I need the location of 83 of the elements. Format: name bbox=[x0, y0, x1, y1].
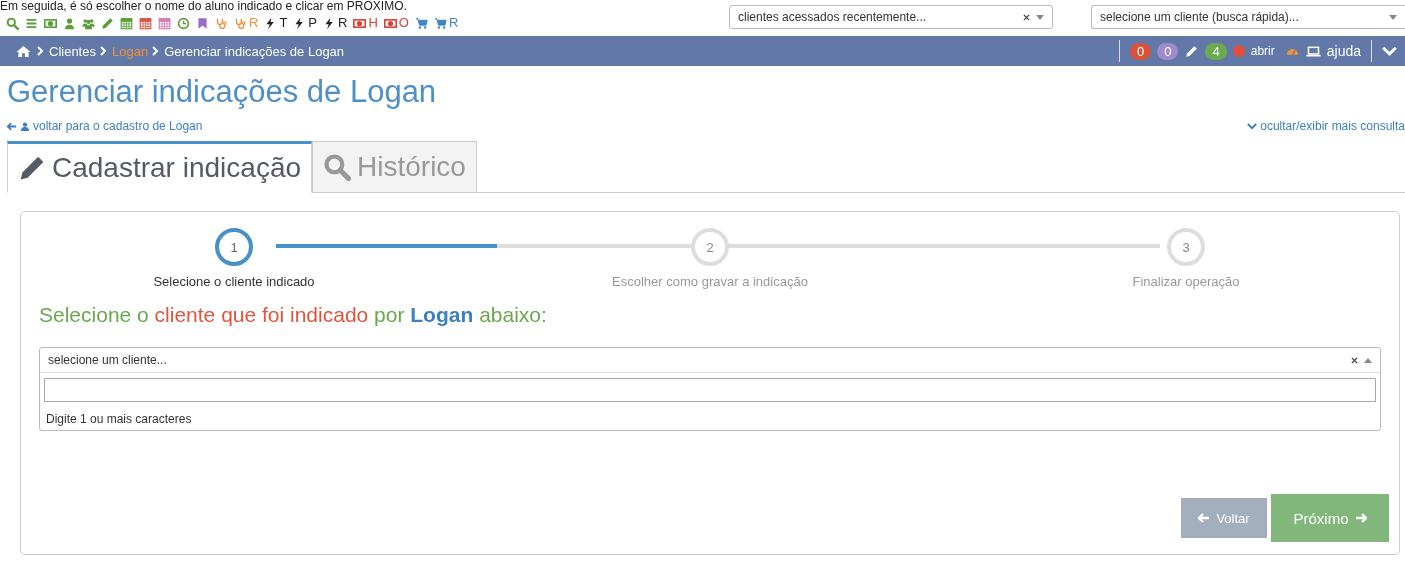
search-icon bbox=[323, 153, 352, 181]
toolbar-button[interactable] bbox=[139, 16, 152, 30]
calendar-icon bbox=[120, 16, 133, 30]
toolbar-button[interactable] bbox=[177, 16, 190, 30]
calendar-icon bbox=[139, 16, 152, 30]
toolbar-button[interactable] bbox=[6, 16, 19, 30]
arrow-left-icon bbox=[7, 121, 17, 131]
quick-search-select[interactable]: selecione um cliente (busca rápida)... bbox=[1091, 5, 1405, 29]
clear-icon[interactable] bbox=[1351, 356, 1358, 364]
toolbar-button[interactable] bbox=[63, 16, 76, 30]
pencil-icon[interactable] bbox=[1184, 44, 1200, 58]
prompt-heading: Selecione o cliente que foi indicado por Logan abaixo: bbox=[39, 303, 548, 327]
hint-text: Digite 1 ou mais caracteres bbox=[45, 412, 193, 426]
cart-icon bbox=[414, 16, 428, 30]
list-icon bbox=[25, 16, 38, 30]
toolbar-button[interactable] bbox=[120, 16, 133, 30]
open-link[interactable]: abrir bbox=[1250, 44, 1275, 58]
step-circle: 1 bbox=[215, 228, 253, 266]
chevron-right-icon bbox=[37, 46, 43, 56]
toolbar-button[interactable]: R bbox=[433, 16, 459, 30]
page-title: Gerenciar indicações de Logan bbox=[7, 73, 438, 111]
toolbar-button[interactable] bbox=[44, 16, 57, 30]
chevron-down-icon[interactable] bbox=[1382, 44, 1397, 58]
caret-icon bbox=[1389, 14, 1397, 20]
help-link[interactable]: ajuda bbox=[1326, 43, 1361, 59]
back-link[interactable]: voltar para o cadastro de Logan bbox=[33, 119, 203, 133]
clock-icon bbox=[177, 16, 190, 30]
chevron-down-icon bbox=[1247, 121, 1258, 131]
search-icon bbox=[6, 16, 19, 30]
search-field[interactable] bbox=[44, 378, 1376, 402]
money-icon bbox=[383, 16, 397, 30]
toolbar-button[interactable]: R bbox=[323, 16, 348, 30]
breadcrumb-link[interactable]: Clientes bbox=[49, 43, 96, 59]
money-icon bbox=[353, 16, 367, 30]
chevron-right-icon bbox=[99, 46, 106, 56]
arrow-left-icon bbox=[1198, 513, 1211, 523]
toolbar-button[interactable]: T bbox=[264, 16, 288, 30]
client-select[interactable]: selecione um cliente... bbox=[40, 348, 1380, 373]
laptop-icon[interactable] bbox=[1305, 44, 1321, 58]
toggle-link[interactable]: ocultar/exibir mais consulta bbox=[1260, 119, 1405, 133]
step-label: Escolher como gravar a indicação bbox=[612, 274, 808, 289]
clear-icon[interactable] bbox=[1023, 13, 1030, 21]
home-icon[interactable] bbox=[16, 44, 31, 58]
tab[interactable]: Cadastrar indicação bbox=[7, 141, 313, 193]
count-badge[interactable]: 0 bbox=[1130, 42, 1152, 60]
toolbar-button[interactable] bbox=[196, 16, 209, 30]
caret-icon bbox=[1036, 14, 1044, 20]
toolbar-button[interactable] bbox=[25, 16, 38, 30]
user-icon bbox=[20, 121, 30, 131]
count-badge[interactable]: 4 bbox=[1205, 42, 1227, 60]
toolbar-button[interactable]: R bbox=[234, 16, 259, 30]
status-dot-icon bbox=[1232, 45, 1245, 57]
calendar-icon bbox=[158, 16, 171, 30]
toolbar-button[interactable]: P bbox=[293, 16, 317, 30]
stethoscope-icon bbox=[215, 16, 228, 30]
toolbar-button[interactable] bbox=[414, 16, 428, 30]
breadcrumb-link[interactable]: Gerenciar indicações de Logan bbox=[164, 43, 345, 59]
caret-up-icon bbox=[1364, 357, 1372, 363]
users-icon bbox=[82, 16, 95, 30]
user-icon bbox=[63, 16, 76, 30]
tab[interactable]: Histórico bbox=[312, 141, 477, 192]
stethoscope-icon bbox=[234, 16, 247, 30]
pencil-icon bbox=[18, 154, 46, 182]
instruction-text: Em seguida, é só escolher o nome do aluno indicado e clicar em PRÓXIMO. bbox=[0, 0, 407, 13]
count-badge[interactable]: 0 bbox=[1157, 42, 1179, 60]
pencil-icon bbox=[101, 16, 114, 30]
toolbar-button[interactable] bbox=[101, 16, 114, 30]
toolbar-button[interactable] bbox=[158, 16, 171, 30]
cart-icon bbox=[433, 16, 447, 30]
next-button[interactable]: Próximo bbox=[1271, 494, 1389, 542]
step-label: Finalizar operação bbox=[1132, 274, 1240, 289]
step-circle: 3 bbox=[1167, 228, 1205, 266]
toolbar-button[interactable] bbox=[82, 16, 95, 30]
recent-clients-select[interactable]: clientes acessados recentemente... bbox=[729, 5, 1053, 29]
step-label: Selecione o cliente indicado bbox=[153, 274, 315, 289]
toolbar-button[interactable]: H bbox=[353, 16, 378, 30]
arrow-right-icon bbox=[1354, 513, 1367, 523]
money-icon bbox=[44, 16, 57, 30]
chevron-right-icon bbox=[152, 46, 159, 56]
step-circle: 2 bbox=[691, 228, 729, 266]
toolbar-button[interactable] bbox=[215, 16, 228, 30]
toolbar-button[interactable]: O bbox=[383, 16, 409, 30]
bookmark-icon bbox=[196, 16, 209, 30]
